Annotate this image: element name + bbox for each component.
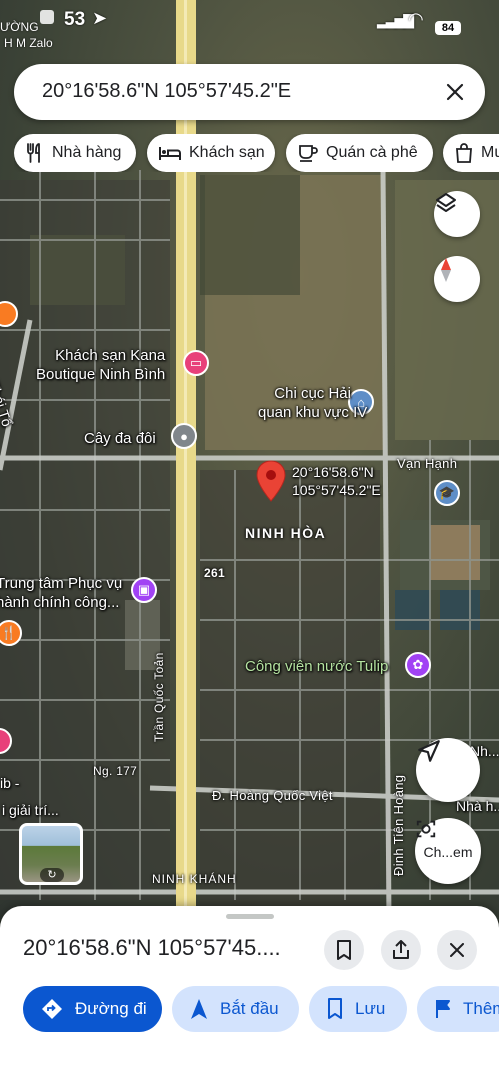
coffee-icon <box>299 145 318 162</box>
bookmark-icon <box>337 940 351 960</box>
chip-label: Nhà hàng <box>52 144 122 161</box>
road-261-label: 261 <box>204 566 225 580</box>
chip-label: Khách sạn <box>189 144 265 161</box>
shopping-bag-icon <box>456 143 472 163</box>
chip-label: Quán cà phê <box>326 144 418 161</box>
bed-icon <box>159 147 181 160</box>
notification-icon <box>40 10 54 24</box>
my-location-button[interactable] <box>416 738 480 802</box>
explore-label: Ch...em <box>423 844 473 860</box>
tran-quoc-toan-label: Trần Quốc Toản <box>152 652 166 742</box>
chip-shopping[interactable]: Mu <box>443 134 499 172</box>
close-icon <box>446 83 464 101</box>
hotel-label[interactable]: Khách sạn Kana Boutique Ninh Bình <box>36 346 165 384</box>
carrier-label-top: ƯỜNG <box>0 20 39 34</box>
search-input[interactable]: 20°16'58.6"N 105°57'45.2"E <box>42 80 291 103</box>
directions-label: Đường đi <box>75 999 147 1018</box>
service-center-label[interactable]: Trung tâm Phục vụ hành chính công... <box>0 574 122 612</box>
chip-label: Mu <box>481 144 499 161</box>
save-icon-button[interactable] <box>324 930 364 970</box>
share-button[interactable] <box>381 930 421 970</box>
share-icon <box>393 940 409 959</box>
van-hanh-label: Vạn Hạnh <box>397 456 458 471</box>
battery-indicator: 84 <box>435 21 461 35</box>
right-cut-label-2: Nhà h... <box>456 798 499 814</box>
chip-restaurants[interactable]: Nhà hàng <box>14 134 136 172</box>
park-poi-icon[interactable]: ✿ <box>405 652 431 678</box>
lens-icon <box>416 820 436 838</box>
layers-icon <box>436 193 456 212</box>
flag-icon <box>436 1000 450 1018</box>
signal-icon: ▂▃▅▇ <box>377 12 414 28</box>
layers-button[interactable] <box>434 191 480 237</box>
save-button[interactable]: Lưu <box>309 986 407 1032</box>
ninh-hoa-label: NINH HÒA <box>245 525 327 541</box>
close-icon <box>450 943 464 957</box>
compass-button[interactable] <box>434 256 480 302</box>
status-bar: ƯỜNG H M Zalo 53 ➤ ▂▃▅▇ ◠ 84 <box>0 0 499 50</box>
service-center-poi-icon[interactable]: ▣ <box>131 577 157 603</box>
hotel-poi-icon[interactable]: ▭ <box>183 350 209 376</box>
street-view-thumbnail[interactable]: ↻ <box>19 823 83 885</box>
close-sheet-button[interactable] <box>437 930 477 970</box>
customs-label[interactable]: Chi cục Hải quan khu vực IV <box>258 384 367 422</box>
sheet-drag-handle[interactable] <box>226 914 274 919</box>
hoang-quoc-viet-label: Đ. Hoàng Quốc Việt <box>212 788 333 803</box>
search-bar[interactable]: 20°16'58.6"N 105°57'45.2"E <box>14 64 485 120</box>
landmark-poi-icon[interactable]: ● <box>171 423 197 449</box>
start-label: Bắt đầu <box>220 999 279 1018</box>
status-time: 53 <box>64 9 86 30</box>
pin-coordinates-label: 20°16'58.6"N 105°57'45.2"E <box>292 464 381 498</box>
carrier-label-bottom: H M Zalo <box>4 36 53 50</box>
fork-knife-icon <box>27 143 40 163</box>
bookmark-icon <box>328 998 342 1019</box>
screen: { "status": { "carrier_top": "ƯỜNG", "ca… <box>0 0 499 1080</box>
tree-label[interactable]: Cây đa đôi <box>84 429 156 448</box>
chip-hotels[interactable]: Khách sạn <box>147 134 275 172</box>
place-title: 20°16'58.6"N 105°57'45.... <box>23 935 281 960</box>
more-button[interactable]: Thêm <box>417 986 499 1032</box>
directions-icon <box>42 999 62 1019</box>
explore-button[interactable]: Ch...em <box>415 818 481 884</box>
dinh-tien-hoang-label: Đinh Tiên Hoàng <box>391 774 406 876</box>
category-chips: Nhà hàng Khách sạn Quán cà phê Mu <box>14 134 499 172</box>
compass-icon <box>441 258 451 282</box>
search-close-button[interactable] <box>441 78 469 106</box>
gesture-area <box>0 1040 499 1080</box>
wifi-icon: ◠ <box>408 9 424 29</box>
school-poi-icon[interactable]: 🎓 <box>434 480 460 506</box>
ninh-khanh-label: NINH KHÁNH <box>152 872 237 886</box>
dropped-pin-icon <box>256 460 286 502</box>
navigation-arrow-outline-icon <box>418 740 440 762</box>
start-button[interactable]: Bắt đầu <box>172 986 299 1032</box>
more-label: Thêm <box>463 999 499 1018</box>
ng-177-label: Ng. 177 <box>93 764 138 778</box>
directions-button[interactable]: Đường đi <box>23 986 162 1032</box>
location-arrow-icon: ➤ <box>92 8 108 28</box>
tulip-park-label[interactable]: Công viên nước Tulip <box>245 657 388 676</box>
left-cut-label-1: ib - <box>0 775 20 791</box>
left-cut-label-2: i giải trí... <box>2 802 59 818</box>
rotate-360-icon: ↻ <box>40 868 64 882</box>
navigation-arrow-icon <box>191 999 207 1019</box>
chip-cafes[interactable]: Quán cà phê <box>286 134 433 172</box>
save-label: Lưu <box>355 999 386 1018</box>
